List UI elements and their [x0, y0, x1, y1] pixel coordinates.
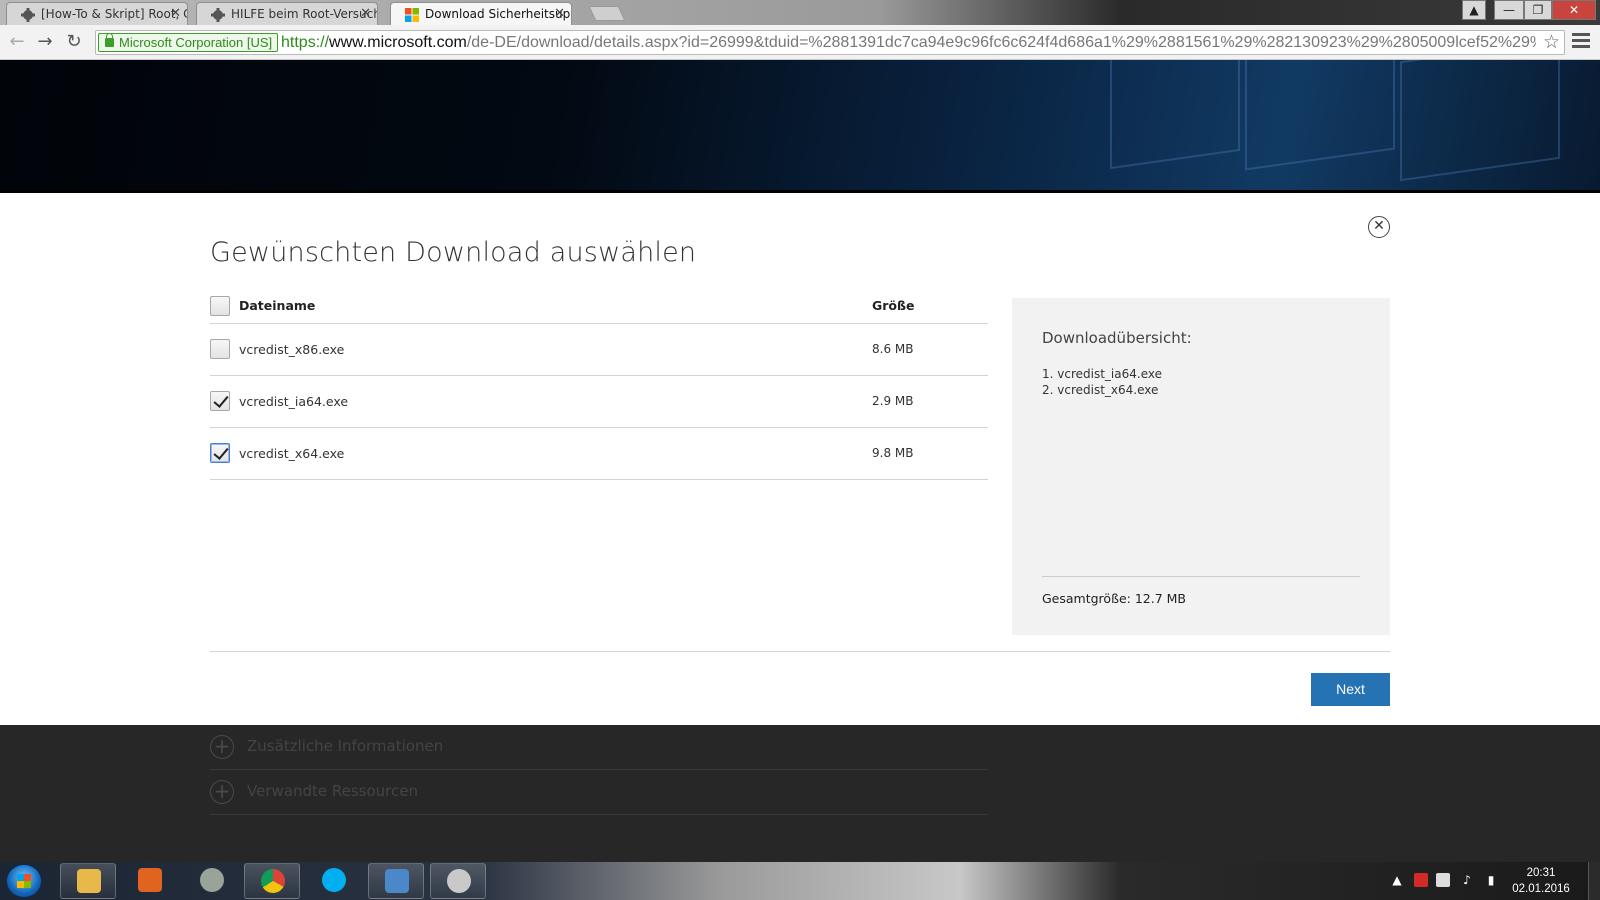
column-header-name: Dateiname [239, 298, 316, 313]
file-name: vcredist_x86.exe [239, 342, 345, 357]
paint-palette-icon [447, 869, 471, 893]
folder-icon [77, 869, 101, 893]
file-checkbox-x86[interactable] [210, 339, 230, 359]
taskbar-app-chrome[interactable] [244, 863, 300, 899]
hero-banner [0, 60, 1600, 193]
close-icon[interactable]: ✕ [1368, 216, 1390, 238]
start-button[interactable] [6, 864, 42, 898]
gadget-icon [200, 868, 224, 892]
tab-close-icon[interactable]: ✕ [360, 3, 371, 25]
chrome-icon [261, 869, 285, 893]
taskbar-clock[interactable]: 20:31 02.01.2016 [1510, 865, 1572, 897]
android-icon [21, 8, 35, 22]
file-name: vcredist_x64.exe [239, 446, 345, 461]
dialog-divider [210, 651, 1390, 652]
taskbar-app-gadget[interactable] [184, 863, 240, 899]
accordion-additional-info[interactable]: + Zusätzliche Informationen [210, 725, 988, 770]
file-size: 2.9 MB [872, 394, 914, 408]
summary-total-size: Gesamtgröße: 12.7 MB [1042, 591, 1186, 606]
reload-icon[interactable]: ↻ [63, 31, 85, 53]
clock-time: 20:31 [1526, 867, 1556, 879]
user-profile-icon[interactable]: ▲ [1462, 0, 1486, 20]
taskbar-app-remote-desktop[interactable] [368, 863, 424, 899]
ev-badge-label: Microsoft Corporation [US] [119, 35, 273, 50]
file-table: Dateiname Größe vcredist_x86.exe 8.6 MB … [210, 292, 988, 480]
android-icon [211, 8, 225, 22]
url-path: /de-DE/download/details.aspx?id=26999&td… [466, 34, 1536, 51]
url-scheme: https:// [281, 34, 330, 51]
tray-expand-icon[interactable]: ▲ [1390, 873, 1404, 887]
browser-tab-2-title: HILFE beim Root-Versuch [231, 7, 378, 21]
minimize-button[interactable]: — [1494, 0, 1524, 20]
browser-tab-3-title: Download Sicherheitsupd [425, 7, 572, 21]
table-header: Dateiname Größe [210, 292, 988, 324]
url-text[interactable]: https://www.microsoft.com/de-DE/download… [281, 34, 1536, 52]
plus-circle-icon: + [210, 780, 234, 804]
file-checkbox-ia64[interactable] [210, 391, 230, 411]
skype-icon [322, 868, 346, 892]
summary-title: Downloadübersicht: [1042, 329, 1192, 347]
network-signal-icon[interactable]: ▮ [1484, 873, 1498, 887]
summary-list: 1. vcredist_ia64.exe 2. vcredist_x64.exe [1042, 366, 1162, 398]
window-pane-decoration [1110, 60, 1240, 170]
forward-icon[interactable]: → [34, 31, 56, 53]
window-pane-decoration [1400, 60, 1560, 182]
accordion-related-resources[interactable]: + Verwandte Ressourcen [210, 770, 988, 815]
remote-desktop-icon [385, 869, 409, 893]
tab-close-icon[interactable]: ✕ [554, 3, 565, 25]
back-icon[interactable]: ← [6, 31, 28, 53]
browser-tab-1-title: [How-To & Skript] Root, C [41, 7, 188, 21]
browser-tab-2[interactable]: HILFE beim Root-Versuch ✕ [196, 2, 378, 25]
browser-tab-3[interactable]: Download Sicherheitsupd ✕ [390, 2, 572, 25]
close-window-button[interactable]: ✕ [1552, 0, 1596, 20]
lock-icon [105, 33, 114, 47]
plus-circle-icon: + [210, 735, 234, 759]
page-content-dimmed: + Zusätzliche Informationen + Verwandte … [0, 725, 1600, 862]
device-tray-icon[interactable] [1436, 873, 1450, 887]
bookmark-star-icon[interactable]: ☆ [1543, 31, 1560, 54]
show-desktop-button[interactable] [1588, 862, 1600, 900]
dialog-title: Gewünschten Download auswählen [210, 237, 697, 268]
clock-date: 02.01.2016 [1512, 883, 1570, 895]
window-pane-decoration [1245, 60, 1395, 171]
taskbar-app-media-player[interactable] [122, 863, 178, 899]
summary-item: 2. vcredist_x64.exe [1042, 383, 1159, 397]
column-header-size: Größe [872, 298, 915, 313]
new-tab-button[interactable] [588, 6, 626, 21]
table-row[interactable]: vcredist_x86.exe 8.6 MB [210, 324, 988, 376]
microsoft-logo-icon [405, 8, 419, 22]
volume-icon[interactable]: ♪ [1460, 873, 1474, 887]
accordion-label: Zusätzliche Informationen [247, 737, 444, 755]
accordion-label: Verwandte Ressourcen [247, 782, 418, 800]
ev-certificate-badge[interactable]: Microsoft Corporation [US] [98, 33, 279, 52]
media-player-icon [138, 868, 162, 892]
file-size: 8.6 MB [872, 342, 914, 356]
taskbar-app-file-explorer[interactable] [60, 863, 116, 899]
file-size: 9.8 MB [872, 446, 914, 460]
select-all-checkbox[interactable] [210, 296, 230, 316]
summary-item: 1. vcredist_ia64.exe [1042, 367, 1162, 381]
download-dialog: ✕ Gewünschten Download auswählen Dateina… [0, 193, 1600, 725]
acrobat-tray-icon[interactable] [1414, 873, 1428, 887]
windows-taskbar: ▲ ♪ ▮ 20:31 02.01.2016 [0, 862, 1600, 900]
download-summary-panel: Downloadübersicht: 1. vcredist_ia64.exe … [1012, 298, 1390, 635]
summary-divider [1042, 576, 1360, 577]
file-checkbox-x64[interactable] [210, 443, 230, 463]
browser-tab-strip: [How-To & Skript] Root, C ✕ HILFE beim R… [0, 0, 1600, 25]
table-row[interactable]: vcredist_ia64.exe 2.9 MB [210, 376, 988, 428]
url-host: www.microsoft.com [329, 34, 467, 51]
table-row[interactable]: vcredist_x64.exe 9.8 MB [210, 428, 988, 480]
next-button[interactable]: Next [1311, 673, 1390, 706]
browser-menu-icon[interactable] [1572, 33, 1590, 51]
taskbar-app-skype[interactable] [306, 863, 362, 899]
browser-toolbar: ← → ↻ Microsoft Corporation [US] https:/… [0, 25, 1600, 60]
file-name: vcredist_ia64.exe [239, 394, 349, 409]
taskbar-app-paint[interactable] [430, 863, 486, 899]
tab-close-icon[interactable]: ✕ [170, 3, 181, 25]
browser-tab-1[interactable]: [How-To & Skript] Root, C ✕ [6, 2, 188, 25]
address-bar[interactable]: Microsoft Corporation [US] https://www.m… [95, 30, 1565, 55]
maximize-button[interactable]: ❐ [1524, 0, 1552, 20]
